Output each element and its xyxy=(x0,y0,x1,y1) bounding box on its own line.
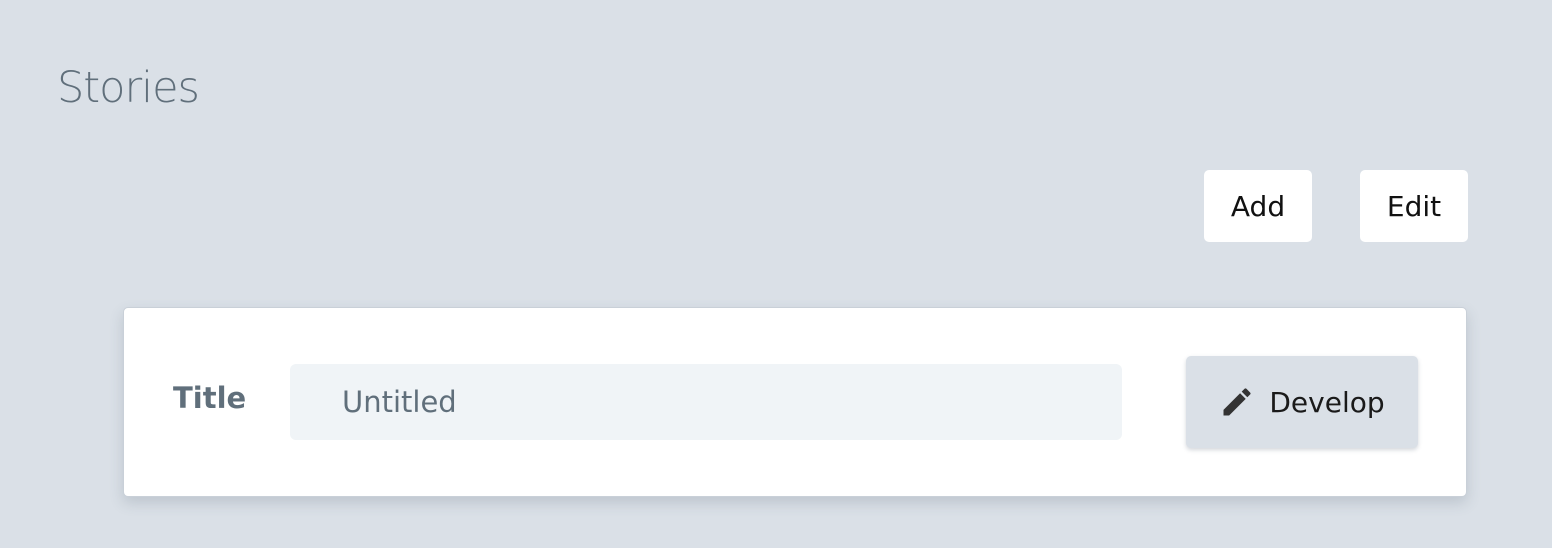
add-button[interactable]: Add xyxy=(1204,170,1312,242)
story-card: Title Develop xyxy=(123,307,1467,497)
edit-button[interactable]: Edit xyxy=(1360,170,1468,242)
develop-label: Develop xyxy=(1269,385,1385,419)
page-title: Stories xyxy=(57,63,200,113)
pencil-icon xyxy=(1219,384,1255,420)
title-label: Title xyxy=(173,381,247,415)
develop-button[interactable]: Develop xyxy=(1186,356,1418,448)
title-input[interactable] xyxy=(290,364,1122,440)
